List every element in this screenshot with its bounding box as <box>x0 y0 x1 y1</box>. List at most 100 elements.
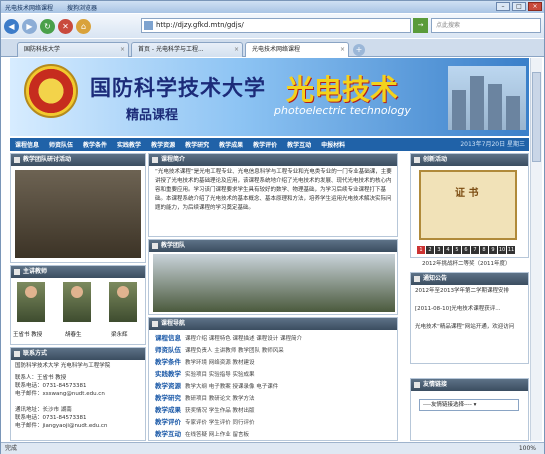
tab-label: 国防科技大学 <box>24 46 61 53</box>
course-subtitle: photoelectric technology <box>274 104 411 117</box>
pager-button[interactable]: 9 <box>489 246 497 254</box>
close-tab-icon[interactable]: × <box>234 43 239 57</box>
pager-button[interactable]: 5 <box>453 246 461 254</box>
course-nav-heading: 课程导航 <box>149 318 397 330</box>
nav-row[interactable]: 教学评价 专家评价 学生评价 同行评价 <box>155 416 255 426</box>
notice-item[interactable]: 2012年至2013学年第二学期课程安排 <box>415 287 527 296</box>
stop-button[interactable]: ✕ <box>58 18 73 34</box>
tab-1[interactable]: 国防科技大学 × <box>17 42 129 57</box>
title-bar: 光电技术网络课程 搜狗浏览器 – □ × <box>1 1 544 13</box>
notice-panel: 通知公告 2012年至2013学年第二学期课程安排 [2011-08-10]光电… <box>410 272 529 364</box>
teacher-name[interactable]: 梁永辉 <box>111 330 128 338</box>
contact-line: 电子邮件：jiangyaoji@nudt.edu.cn <box>15 423 108 429</box>
nav-row[interactable]: 教学互动 在线答疑 网上作业 留言板 <box>155 428 249 438</box>
notice-item[interactable]: [2011-08-10]光电技术课程获评... <box>415 305 527 314</box>
go-button[interactable]: → <box>413 18 428 33</box>
status-text: 完成 <box>5 445 18 452</box>
innovation-panel: 创新活动 证 书 1 2 3 4 5 6 7 8 9 10 11 <box>410 153 529 258</box>
nav-row[interactable]: 教学条件 教学环境 网络资源 教材建设 <box>155 356 255 366</box>
menu-item-results[interactable]: 教学成果 <box>214 140 248 149</box>
teachers-panel: 主讲教师 王省书 教授 胡春生 梁永辉 <box>10 265 146 345</box>
teacher-name[interactable]: 胡春生 <box>65 330 82 338</box>
nav-row[interactable]: 教学研究 教研项目 教研论文 教学方法 <box>155 392 255 402</box>
nav-row[interactable]: 教学资源 教学大纲 电子教案 授课录像 电子课件 <box>155 380 278 390</box>
building-image <box>448 66 526 130</box>
tab-3[interactable]: 光电技术网络课程 × <box>245 42 349 57</box>
certificate-image[interactable]: 证 书 <box>419 170 517 240</box>
teacher-photo[interactable] <box>109 282 137 322</box>
page-icon <box>144 21 153 30</box>
slide-pager: 1 2 3 4 5 6 7 8 9 10 11 <box>417 246 515 254</box>
menu-item-conditions[interactable]: 教学条件 <box>78 140 112 149</box>
nav-row[interactable]: 实践教学 实验项目 实验指导 实验成果 <box>155 368 255 378</box>
innovation-heading: 创新活动 <box>411 154 528 166</box>
site-banner: 国防科学技术大学 精品课程 光电技术 photoelectric technol… <box>10 58 529 136</box>
menu-item-info[interactable]: 课程信息 <box>10 140 44 149</box>
certificate-text: 证 书 <box>455 188 479 199</box>
menu-item-practice[interactable]: 实践教学 <box>112 140 146 149</box>
contact-org: 国防科学技术大学 光电科学与工程学院 <box>15 363 111 369</box>
links-select-value: ----友情链接选择---- <box>423 402 472 408</box>
links-heading: 友情链接 <box>411 379 528 391</box>
nav-row[interactable]: 课程信息 课程介绍 课程特色 课程描述 课程设计 课程简介 <box>155 332 302 342</box>
menu-item-resources[interactable]: 教学资源 <box>146 140 180 149</box>
nav-row[interactable]: 师资队伍 课程负责人 主讲教师 教学团队 教师风采 <box>155 344 284 354</box>
status-bar: 完成 100% <box>1 442 544 454</box>
team-activity-photo[interactable] <box>15 170 141 258</box>
pager-button[interactable]: 10 <box>498 246 506 254</box>
home-button[interactable]: ⌂ <box>76 18 91 34</box>
pager-button[interactable]: 1 <box>417 246 425 254</box>
current-date: 2013年7月20日 星期三 <box>460 141 525 148</box>
links-select[interactable]: ----友情链接选择---- ▾ <box>419 399 519 411</box>
address-text: http://djzy.gfkd.mtn/gdjs/ <box>156 21 244 29</box>
minimize-button[interactable]: – <box>496 2 510 11</box>
intro-panel: 课程简介 “光电技术课程”是光电工程专业、光电信息科学与工程专业和光电类专业的一… <box>148 153 398 237</box>
course-type: 精品课程 <box>126 108 179 123</box>
tab-bar: 国防科技大学 × 首页 - 光电科学与工程... × 光电技术网络课程 × + <box>1 39 544 57</box>
pager-button[interactable]: 8 <box>480 246 488 254</box>
pager-button[interactable]: 7 <box>471 246 479 254</box>
pager-button[interactable]: 4 <box>444 246 452 254</box>
teacher-photo[interactable] <box>63 282 91 322</box>
search-placeholder: 点此搜索 <box>436 22 461 29</box>
teacher-photo[interactable] <box>17 282 45 322</box>
nav-row[interactable]: 教学成果 获奖情况 学生作品 教材出版 <box>155 404 255 414</box>
intro-text: “光电技术课程”是光电工程专业、光电信息科学与工程专业和光电类专业的一门专业基础… <box>155 169 392 211</box>
team-panel: 教学团队 <box>148 239 398 315</box>
close-tab-icon[interactable]: × <box>120 43 125 57</box>
teacher-name[interactable]: 王省书 教授 <box>13 330 42 338</box>
vertical-scrollbar[interactable] <box>530 58 542 441</box>
menu-item-research[interactable]: 教学研究 <box>180 140 214 149</box>
menu-item-evaluation[interactable]: 教学评价 <box>248 140 282 149</box>
search-box[interactable]: 点此搜索 <box>431 18 541 33</box>
address-bar[interactable]: http://djzy.gfkd.mtn/gdjs/ <box>141 18 411 33</box>
contact-panel: 联系方式 国防科学技术大学 光电科学与工程学院 联系人：王省书 教授 联系电话：… <box>10 347 146 441</box>
new-tab-button[interactable]: + <box>353 44 365 56</box>
university-name: 国防科学技术大学 <box>90 75 266 100</box>
pager-button[interactable]: 2 <box>426 246 434 254</box>
pager-button[interactable]: 6 <box>462 246 470 254</box>
team-activity-panel: 教学团队研讨活动 <box>10 153 146 263</box>
menu-item-faculty[interactable]: 师资队伍 <box>44 140 78 149</box>
zoom-level[interactable]: 100% <box>519 443 536 454</box>
menu-item-interaction[interactable]: 教学互动 <box>282 140 316 149</box>
innovation-caption[interactable]: 2012年挑战杯二等奖（2011年度） <box>422 260 511 269</box>
tab-2[interactable]: 首页 - 光电科学与工程... × <box>131 42 243 57</box>
menu-item-materials[interactable]: 申报材料 <box>316 140 350 149</box>
pager-button[interactable]: 11 <box>507 246 515 254</box>
team-heading: 教学团队 <box>149 240 397 252</box>
forward-button[interactable]: ▶ <box>22 18 37 34</box>
close-button[interactable]: × <box>528 2 542 11</box>
notice-item[interactable]: 光电技术“精品课程”网站开通，欢迎访问 <box>415 323 527 332</box>
team-activity-heading: 教学团队研讨活动 <box>11 154 145 166</box>
back-button[interactable]: ◀ <box>4 18 19 34</box>
browser-menu[interactable]: 搜狗浏览器 <box>67 3 97 12</box>
browser-window: 光电技术网络课程 搜狗浏览器 – □ × ◀ ▶ ↻ ✕ ⌂ http://dj… <box>0 0 545 454</box>
pager-button[interactable]: 3 <box>435 246 443 254</box>
notice-heading: 通知公告 <box>411 273 528 285</box>
team-group-photo[interactable] <box>153 254 395 312</box>
close-tab-icon[interactable]: × <box>340 43 345 57</box>
maximize-button[interactable]: □ <box>512 2 526 11</box>
refresh-button[interactable]: ↻ <box>40 18 55 34</box>
scrollbar-thumb[interactable] <box>532 72 541 162</box>
